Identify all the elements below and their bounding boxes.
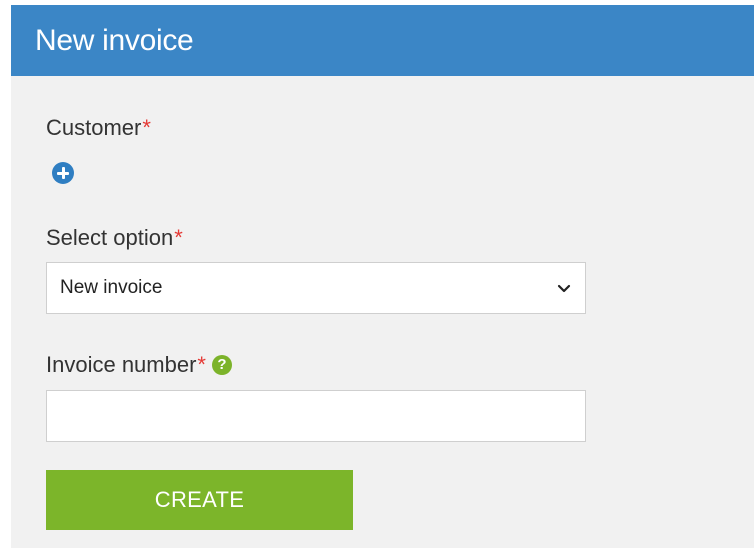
required-asterisk: * xyxy=(197,352,206,377)
customer-label-text: Customer xyxy=(46,115,142,140)
select-option-label-text: Select option xyxy=(46,225,174,250)
create-button[interactable]: CREATE xyxy=(46,470,353,530)
help-question-icon[interactable]: ? xyxy=(211,355,232,375)
option-select[interactable]: New invoice xyxy=(46,262,586,314)
add-customer-plus-icon[interactable] xyxy=(52,162,74,184)
panel-header: New invoice xyxy=(11,5,754,76)
invoice-number-label-text: Invoice number xyxy=(46,352,197,377)
option-select-value: New invoice xyxy=(60,277,163,298)
page-title: New invoice xyxy=(35,23,194,57)
customer-label: Customer * xyxy=(46,117,151,139)
select-option-label: Select option * xyxy=(46,227,183,249)
new-invoice-panel: New invoice Customer * Select option * New… xyxy=(11,5,754,548)
invoice-number-input[interactable] xyxy=(46,390,586,442)
required-asterisk: * xyxy=(142,115,151,140)
chevron-down-icon xyxy=(557,284,571,293)
required-asterisk: * xyxy=(174,225,183,250)
invoice-number-label: Invoice number * ? xyxy=(46,354,232,376)
